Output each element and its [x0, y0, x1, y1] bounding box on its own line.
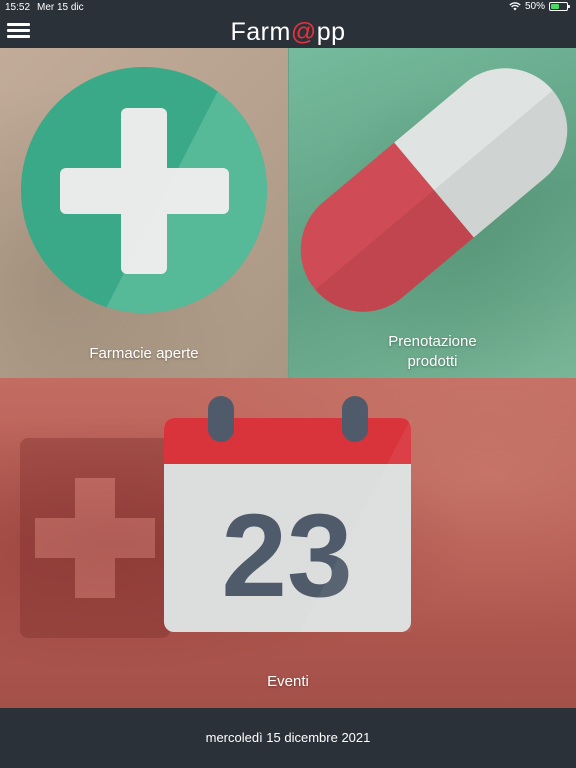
status-right: 50% — [509, 1, 570, 12]
farmacie-aperte-label: Farmacie aperte — [89, 345, 199, 362]
prenotazione-prodotti-label: Prenotazione prodotti — [289, 332, 576, 372]
farmacie-aperte-tile[interactable]: Farmacie aperte — [0, 48, 288, 378]
wifi-icon — [509, 2, 521, 11]
calendar-icon: 23 — [164, 396, 411, 632]
pharmacy-cross-icon — [21, 67, 267, 313]
battery-percent: 50% — [524, 1, 545, 12]
prenotazione-label-line1: Prenotazione — [388, 333, 477, 350]
prenotazione-label-line2: prodotti — [407, 353, 458, 370]
brand-prefix: Farm — [230, 18, 291, 46]
footer-date: mercoledì 15 dicembre 2021 — [205, 730, 371, 745]
eventi-tile[interactable]: 23 Eventi — [0, 378, 576, 708]
status-date: Mer 15 dic — [37, 2, 84, 13]
status-time: 15:52 — [5, 2, 31, 13]
brand-at: @ — [290, 18, 317, 46]
pill-capsule-icon — [289, 48, 576, 338]
eventi-label: Eventi — [267, 673, 309, 690]
status-bar: 15:52 Mer 15 dic 50% — [0, 0, 576, 16]
nav-bar: Farm@pp — [0, 16, 576, 48]
app-logo: Farm@pp — [0, 16, 576, 48]
battery-icon — [549, 2, 570, 11]
brand-suffix: pp — [316, 18, 346, 46]
footer-bar: mercoledì 15 dicembre 2021 — [0, 708, 576, 768]
prenotazione-prodotti-tile[interactable]: Prenotazione prodotti — [288, 48, 576, 378]
